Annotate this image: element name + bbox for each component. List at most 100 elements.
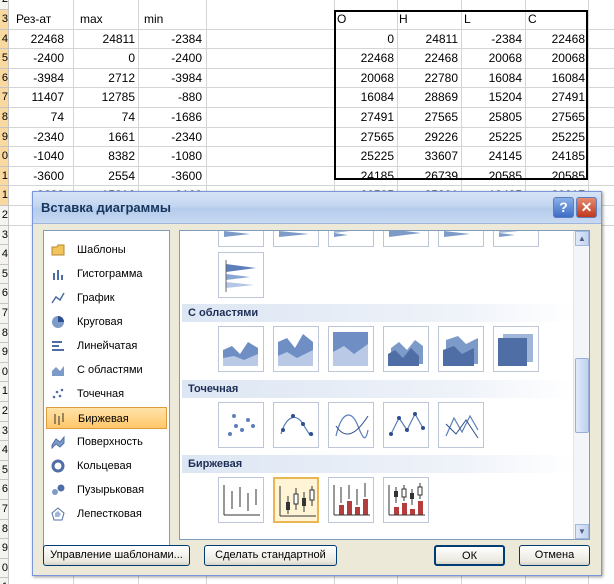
header-cell-high[interactable]: H: [399, 10, 439, 29]
chart-category-item[interactable]: График: [46, 287, 167, 309]
row-header[interactable]: 6: [0, 284, 9, 304]
chart-thumb-stock-vohlc[interactable]: [383, 477, 429, 523]
table-cell[interactable]: 24185: [334, 167, 394, 186]
chart-thumb-scatter-straight-markers[interactable]: [383, 402, 429, 448]
scroll-down-button[interactable]: ▼: [575, 524, 589, 539]
row-header[interactable]: 4: [0, 441, 9, 461]
table-cell[interactable]: 74: [73, 108, 135, 127]
table-cell[interactable]: 8382: [73, 147, 135, 166]
row-header[interactable]: 8: [0, 519, 9, 540]
table-cell[interactable]: -2400: [138, 49, 202, 68]
table-cell[interactable]: 15204: [461, 88, 522, 107]
row-header[interactable]: 3: [0, 225, 9, 246]
table-cell[interactable]: 20585: [461, 167, 522, 186]
table-cell[interactable]: -880: [138, 88, 202, 107]
table-cell[interactable]: 0: [334, 30, 394, 49]
table-cell[interactable]: 22468: [334, 49, 394, 68]
table-cell[interactable]: 16084: [461, 69, 522, 88]
chart-category-item[interactable]: Поверхность: [46, 431, 167, 453]
table-cell[interactable]: -2340: [138, 128, 202, 147]
row-header[interactable]: 1: [0, 166, 9, 187]
table-cell[interactable]: -3984: [9, 69, 64, 88]
table-cell[interactable]: -1040: [9, 147, 64, 166]
row-header[interactable]: 5: [0, 460, 9, 481]
header-cell-result[interactable]: Рез-ат: [16, 10, 72, 29]
chart-thumb-scatter-straight[interactable]: [438, 402, 484, 448]
table-cell[interactable]: -2340: [9, 128, 64, 147]
row-header[interactable]: 7: [0, 500, 9, 520]
table-cell[interactable]: 24185: [525, 147, 585, 166]
chart-category-item[interactable]: Биржевая: [46, 407, 167, 429]
chart-thumb-stacked-area[interactable]: [273, 326, 319, 372]
table-cell[interactable]: 1661: [73, 128, 135, 147]
row-header[interactable]: 1: [0, 382, 9, 402]
table-cell[interactable]: 74: [9, 108, 64, 127]
chart-thumb-area[interactable]: [218, 326, 264, 372]
table-cell[interactable]: 20585: [525, 167, 585, 186]
chart-thumb-stock-ohlc[interactable]: [273, 477, 319, 523]
table-cell[interactable]: -2400: [9, 49, 64, 68]
chart-category-item[interactable]: Круговая: [46, 311, 167, 333]
table-cell[interactable]: 24811: [397, 30, 458, 49]
table-cell[interactable]: 20068: [461, 49, 522, 68]
set-default-button[interactable]: Сделать стандартной: [204, 545, 337, 566]
chart-thumb-cone-bar-2[interactable]: [273, 231, 319, 247]
table-cell[interactable]: 22468: [525, 30, 585, 49]
row-header[interactable]: 2: [0, 402, 9, 422]
table-cell[interactable]: -2384: [461, 30, 522, 49]
chart-thumb-scatter-smooth[interactable]: [328, 402, 374, 448]
scroll-thumb[interactable]: [575, 358, 589, 433]
chart-thumb-scatter-smooth-markers[interactable]: [273, 402, 319, 448]
row-header[interactable]: 2: [0, 206, 9, 226]
scroll-up-button[interactable]: ▲: [575, 231, 589, 246]
header-cell-low[interactable]: L: [464, 10, 504, 29]
table-cell[interactable]: 33607: [397, 147, 458, 166]
chart-thumb-cone-bar-3[interactable]: [328, 231, 374, 247]
row-header[interactable]: 7: [0, 88, 9, 108]
row-header[interactable]: 4: [0, 245, 9, 265]
table-cell[interactable]: -1080: [138, 147, 202, 166]
help-button[interactable]: ?: [553, 197, 574, 218]
table-cell[interactable]: 20068: [525, 49, 585, 68]
chart-category-item[interactable]: Пузырьковая: [46, 479, 167, 501]
chart-category-item[interactable]: С областями: [46, 359, 167, 381]
table-cell[interactable]: 26739: [397, 167, 458, 186]
table-cell[interactable]: 27491: [334, 108, 394, 127]
table-cell[interactable]: 16084: [525, 69, 585, 88]
header-cell-close[interactable]: C: [528, 10, 568, 29]
row-header[interactable]: 3: [0, 421, 9, 442]
chart-thumb-scatter-markers[interactable]: [218, 402, 264, 448]
table-cell[interactable]: 25225: [334, 147, 394, 166]
row-header[interactable]: 0: [0, 558, 9, 579]
row-header[interactable]: 5: [0, 49, 9, 69]
table-cell[interactable]: 28869: [397, 88, 458, 107]
row-header[interactable]: 0: [0, 147, 9, 167]
row-header[interactable]: 9: [0, 127, 9, 148]
chart-thumb-pyramid-bar-3d[interactable]: [218, 252, 264, 298]
table-cell[interactable]: 20068: [334, 69, 394, 88]
chart-category-item[interactable]: Лепестковая: [46, 503, 167, 525]
row-header[interactable]: 2: [0, 0, 9, 10]
close-button[interactable]: ✕: [576, 197, 597, 218]
row-header[interactable]: 8: [0, 323, 9, 344]
row-header[interactable]: 9: [0, 343, 9, 363]
chart-thumb-pyramid-bar-2[interactable]: [438, 231, 484, 247]
row-header[interactable]: 4: [0, 29, 9, 50]
table-cell[interactable]: -1686: [138, 108, 202, 127]
table-cell[interactable]: 27491: [525, 88, 585, 107]
chart-thumb-stock-hlc[interactable]: [218, 477, 264, 523]
row-header[interactable]: 6: [0, 480, 9, 500]
chart-thumb-3d-area[interactable]: [383, 326, 429, 372]
chart-category-item[interactable]: Точечная: [46, 383, 167, 405]
chart-thumb-pyramid-bar-3[interactable]: [493, 231, 539, 247]
chart-thumb-3d-percent-area[interactable]: [493, 326, 539, 372]
table-cell[interactable]: 25805: [461, 108, 522, 127]
chart-category-item[interactable]: Шаблоны: [46, 239, 167, 261]
dialog-titlebar[interactable]: Вставка диаграммы ? ✕: [33, 192, 601, 224]
row-header[interactable]: 9: [0, 539, 9, 559]
table-cell[interactable]: -3984: [138, 69, 202, 88]
table-cell[interactable]: 12785: [73, 88, 135, 107]
table-cell[interactable]: 27565: [397, 108, 458, 127]
table-cell[interactable]: 27565: [525, 108, 585, 127]
row-header[interactable]: 0: [0, 362, 9, 383]
